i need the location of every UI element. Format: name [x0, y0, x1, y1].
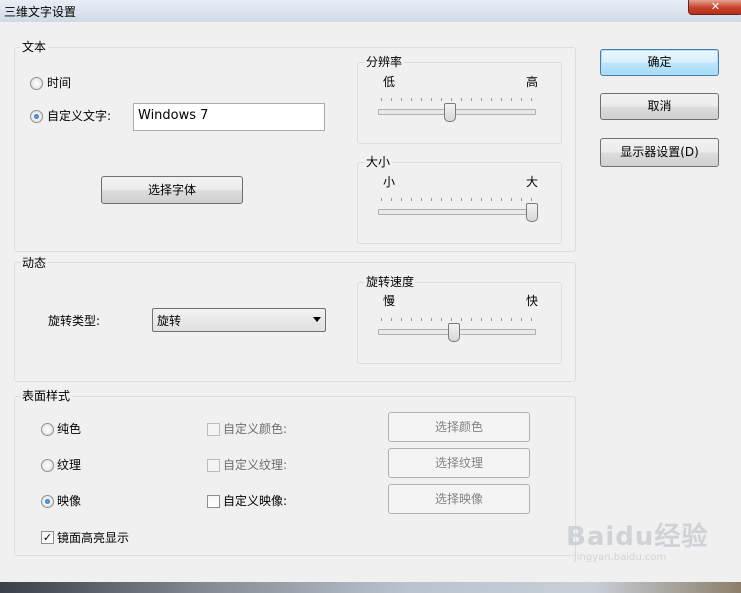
resolution-ticks: [381, 98, 533, 101]
size-slider-track[interactable]: [378, 209, 536, 215]
speed-max-label: 快: [526, 294, 539, 308]
watermark-brand: Baidu经验: [566, 522, 709, 552]
ok-button[interactable]: 确定: [600, 49, 719, 76]
text-group-label: 文本: [20, 40, 49, 54]
cancel-label: 取消: [647, 99, 672, 113]
rotate-type-value: 旋转: [157, 314, 182, 328]
custom-texture-label: 自定义纹理:: [223, 458, 288, 472]
reflection-label: 映像: [57, 494, 82, 508]
dialog-body: 文本 时间 自定义文字: Windows 7 选择字体 分辨率 低 高 大小 小…: [0, 22, 741, 582]
window-title: 三维文字设置: [4, 5, 77, 19]
resolution-slider-thumb[interactable]: [444, 103, 456, 122]
custom-text-label: 自定义文字:: [47, 109, 112, 123]
speed-min-label: 慢: [383, 294, 396, 308]
custom-color-label: 自定义颜色:: [223, 422, 288, 436]
display-settings-button[interactable]: 显示器设置(D): [600, 138, 719, 167]
checkmark-icon: ✓: [42, 531, 53, 544]
size-slider-thumb[interactable]: [526, 203, 538, 222]
baidu-watermark: Baidu经验 jingyan.baidu.com: [566, 516, 709, 563]
title-bar: 三维文字设置: [0, 0, 741, 23]
speed-ticks: [381, 318, 533, 321]
resolution-max-label: 高: [526, 75, 539, 89]
size-min-label: 小: [383, 175, 396, 189]
select-font-label: 选择字体: [147, 183, 196, 197]
texture-label: 纹理: [57, 458, 82, 472]
surface-group-label: 表面样式: [20, 389, 73, 403]
custom-color-checkbox[interactable]: [207, 423, 220, 436]
ok-label: 确定: [647, 55, 672, 69]
custom-text-input[interactable]: Windows 7: [133, 103, 325, 131]
reflection-radio[interactable]: [41, 495, 54, 508]
custom-text-value: Windows 7: [138, 108, 209, 123]
speed-slider-thumb[interactable]: [448, 323, 460, 342]
texture-radio[interactable]: [41, 459, 54, 472]
desktop-background-strip: [0, 582, 741, 593]
select-reflection-label: 选择映像: [434, 492, 483, 506]
mirror-highlight-label: 镜面高亮显示: [57, 531, 130, 545]
time-label: 时间: [47, 76, 72, 90]
select-color-label: 选择颜色: [434, 420, 483, 434]
select-texture-label: 选择纹理: [434, 456, 483, 470]
size-max-label: 大: [526, 175, 539, 189]
custom-text-radio[interactable]: [30, 110, 43, 123]
resolution-min-label: 低: [383, 75, 396, 89]
rotate-type-label: 旋转类型:: [48, 314, 101, 328]
solid-color-radio[interactable]: [41, 423, 54, 436]
custom-reflection-checkbox[interactable]: [207, 495, 220, 508]
watermark-url: jingyan.baidu.com: [574, 552, 667, 563]
size-ticks: [381, 198, 533, 201]
custom-texture-checkbox[interactable]: [207, 459, 220, 472]
mirror-highlight-checkbox[interactable]: ✓: [41, 531, 54, 544]
display-settings-label: 显示器设置(D): [620, 145, 699, 159]
motion-group-label: 动态: [20, 256, 49, 270]
rotate-type-dropdown[interactable]: 旋转: [152, 308, 326, 332]
select-color-button[interactable]: 选择颜色: [388, 412, 530, 442]
custom-reflection-label: 自定义映像:: [223, 494, 288, 508]
cancel-button[interactable]: 取消: [600, 93, 719, 120]
close-icon: ✕: [710, 0, 721, 13]
select-font-button[interactable]: 选择字体: [101, 176, 243, 204]
close-button[interactable]: ✕: [688, 0, 741, 15]
time-radio[interactable]: [30, 77, 43, 90]
resolution-label: 分辨率: [364, 55, 405, 69]
speed-label: 旋转速度: [364, 275, 417, 289]
select-texture-button[interactable]: 选择纹理: [388, 448, 530, 478]
dropdown-arrow-icon: [313, 317, 321, 322]
resolution-slider-track[interactable]: [378, 109, 536, 115]
size-label: 大小: [364, 155, 393, 169]
select-reflection-button[interactable]: 选择映像: [388, 484, 530, 514]
solid-color-label: 纯色: [57, 422, 82, 436]
